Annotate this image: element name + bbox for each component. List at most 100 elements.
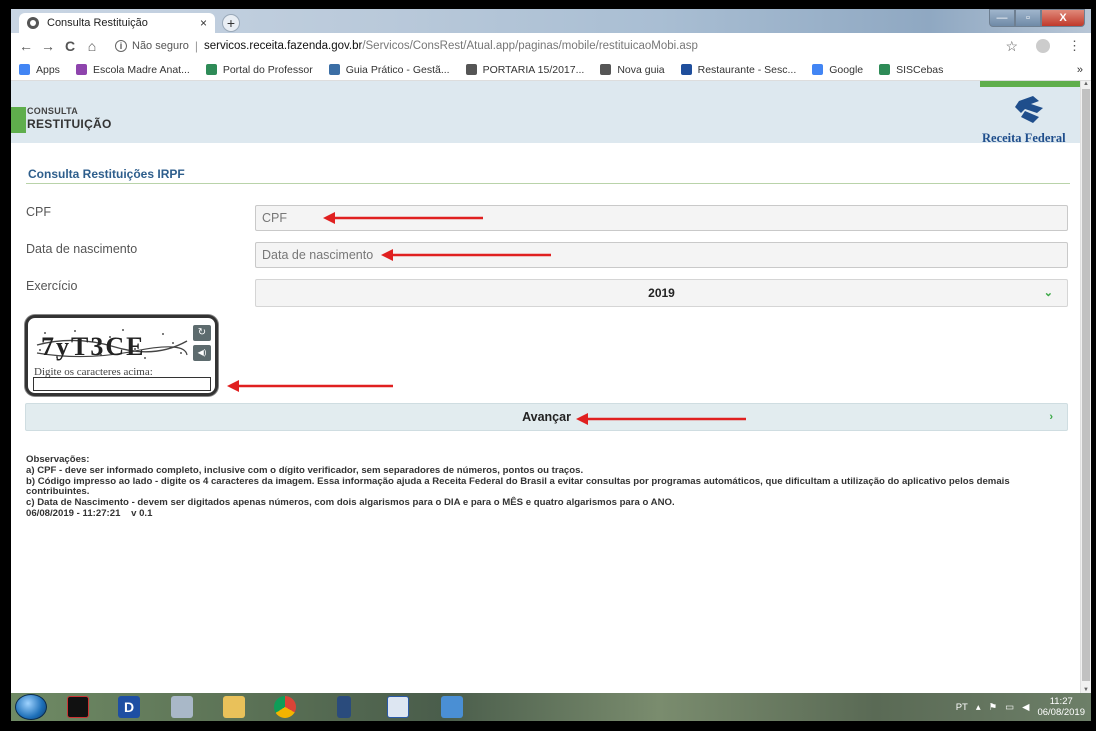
birth-date-label: Data de nascimento (26, 242, 138, 256)
bookmark-item[interactable]: Apps (19, 64, 60, 76)
bookmark-label: Guia Prático - Gestã... (345, 63, 450, 76)
security-label: Não seguro (132, 40, 189, 52)
timestamp: 06/08/2019 - 11:27:21 (26, 507, 121, 519)
page-header: CONSULTA RESTITUIÇÃO Receita Federal (11, 81, 1080, 145)
system-tray: PT ▴ ⚑ ▭ ◀ 11:27 06/08/2019 (956, 693, 1091, 721)
security-indicator[interactable]: i Não seguro (115, 40, 189, 52)
bookmark-label: Portal do Professor (222, 63, 313, 76)
clock[interactable]: 11:27 06/08/2019 (1037, 696, 1085, 718)
page-scrollbar[interactable]: ▲ ▼ (1080, 81, 1091, 693)
forward-button[interactable]: → (37, 38, 59, 54)
captcha-refresh-icon[interactable]: ↻ (193, 325, 211, 341)
tab-title: Consulta Restituição (47, 17, 148, 29)
bookmark-label: PORTARIA 15/2017... (482, 63, 585, 76)
taskbar-word-icon[interactable] (387, 696, 409, 718)
flag-icon[interactable]: ⚑ (989, 702, 998, 713)
logo-text: Receita Federal (982, 131, 1066, 145)
globe-icon (465, 64, 477, 75)
annotation-arrow-cpf (323, 212, 483, 224)
birth-date-input[interactable] (255, 242, 1068, 268)
bookmark-label: SISCebas (896, 63, 944, 76)
apps-grid-icon (19, 64, 30, 75)
bookmark-star-icon[interactable]: ☆ (1005, 38, 1018, 55)
chevron-down-icon: ⌄ (1043, 287, 1053, 299)
observations: Observações: a) CPF - deve ser informado… (26, 454, 1071, 520)
home-button[interactable]: ⌂ (81, 38, 103, 54)
screenshot-frame: Consulta Restituição × + — ▫ X ← → C ⌂ i… (11, 9, 1091, 721)
header-accent-bar (980, 81, 1080, 87)
bookmark-label: Apps (36, 63, 60, 76)
observation-c: c) Data de Nascimento - devem ser digita… (26, 497, 675, 509)
header-small-title: CONSULTA (27, 106, 79, 116)
globe-icon (600, 64, 612, 75)
section-divider (26, 183, 1070, 184)
tab-strip: Consulta Restituição × + — ▫ X (11, 9, 1091, 33)
tray-expand-icon[interactable]: ▴ (976, 702, 981, 713)
portal-icon (205, 64, 217, 75)
url-host: servicos.receita.fazenda.gov.br (204, 40, 363, 52)
google-icon (812, 64, 824, 75)
page-content: CONSULTA RESTITUIÇÃO Receita Federal Con… (11, 81, 1080, 693)
bookmark-item[interactable]: Escola Madre Anat... (75, 64, 190, 76)
url-separator: | (194, 39, 198, 53)
advance-button[interactable]: Avançar › (25, 403, 1068, 431)
exercise-select[interactable]: 2019 ⌄ (255, 279, 1068, 307)
profile-icon[interactable] (1036, 39, 1050, 53)
url-field[interactable]: servicos.receita.fazenda.gov.br/Servicos… (204, 40, 698, 52)
taskbar-image-viewer-icon[interactable] (441, 696, 463, 718)
annotation-arrow-birth-date (381, 249, 551, 261)
bookmarks-more-button[interactable]: » (1077, 64, 1091, 76)
scroll-up-icon[interactable]: ▲ (1083, 81, 1089, 87)
bookmark-item[interactable]: Google (812, 64, 863, 76)
address-bar: ← → C ⌂ i Não seguro | servicos.receita.… (11, 33, 1091, 59)
annotation-arrow-advance (576, 413, 746, 425)
close-window-button[interactable]: X (1041, 9, 1085, 27)
clock-date: 06/08/2019 (1037, 707, 1085, 718)
exercise-label: Exercício (26, 279, 78, 293)
back-button[interactable]: ← (15, 38, 37, 54)
guia-icon (328, 64, 340, 75)
minimize-button[interactable]: — (989, 9, 1015, 27)
bookmark-item[interactable]: Portal do Professor (205, 63, 313, 76)
volume-icon[interactable]: ◀ (1022, 702, 1029, 713)
taskbar-app-d-icon[interactable]: D (118, 696, 140, 718)
bookmark-item[interactable]: Nova guia (600, 63, 665, 76)
escola-icon (75, 64, 87, 75)
section-title: Consulta Restituições IRPF (28, 167, 185, 181)
new-tab-button[interactable]: + (222, 14, 240, 32)
bookmark-label: Google (829, 63, 864, 76)
captcha-input[interactable] (33, 377, 211, 391)
bookmark-label: Nova guia (617, 63, 665, 76)
observation-b: b) Código impresso ao lado - digite os 4… (26, 475, 1010, 498)
tab-close-icon[interactable]: × (200, 16, 207, 30)
observation-a: a) CPF - deve ser informado completo, in… (26, 464, 584, 476)
start-button[interactable] (15, 694, 47, 720)
timestamp-line: 06/08/2019 - 11:27:21 v 0.1 (26, 507, 1071, 520)
bookmark-label: Restaurante - Sesc... (697, 63, 797, 76)
bookmark-item[interactable]: Guia Prático - Gestã... (328, 63, 450, 76)
scrollbar-thumb[interactable] (1082, 89, 1090, 681)
taskbar-app-media-icon[interactable] (67, 696, 89, 718)
bookmark-item[interactable]: Restaurante - Sesc... (680, 63, 797, 76)
captcha-box: 7yT3CE ↻ ◀) Digite os caracteres acima: (25, 315, 218, 396)
window-controls: — ▫ X (989, 9, 1085, 27)
taskbar-media-player-icon[interactable] (337, 696, 351, 718)
url-path: /Servicos/ConsRest/Atual.app/paginas/mob… (362, 40, 698, 52)
bookmark-item[interactable]: PORTARIA 15/2017... (465, 63, 585, 76)
reload-button[interactable]: C (59, 38, 81, 54)
windows-taskbar: D PT ▴ ⚑ ▭ ◀ 11:27 06/08/2019 (11, 693, 1091, 721)
browser-tab[interactable]: Consulta Restituição × (19, 13, 215, 33)
version: v 0.1 (131, 507, 153, 519)
maximize-button[interactable]: ▫ (1015, 9, 1041, 27)
clock-time: 11:27 (1049, 696, 1073, 707)
taskbar-chrome-icon[interactable] (274, 696, 296, 718)
bookmark-item[interactable]: SISCebas (879, 64, 943, 76)
taskbar-explorer-icon[interactable] (223, 696, 245, 718)
sesc-icon (680, 64, 692, 75)
taskbar-calculator-icon[interactable] (171, 696, 193, 718)
network-icon[interactable]: ▭ (1005, 702, 1014, 713)
captcha-audio-icon[interactable]: ◀) (193, 345, 211, 361)
header-green-marker (11, 107, 26, 133)
language-indicator[interactable]: PT (956, 702, 968, 713)
menu-icon[interactable]: ⋮ (1068, 38, 1081, 54)
